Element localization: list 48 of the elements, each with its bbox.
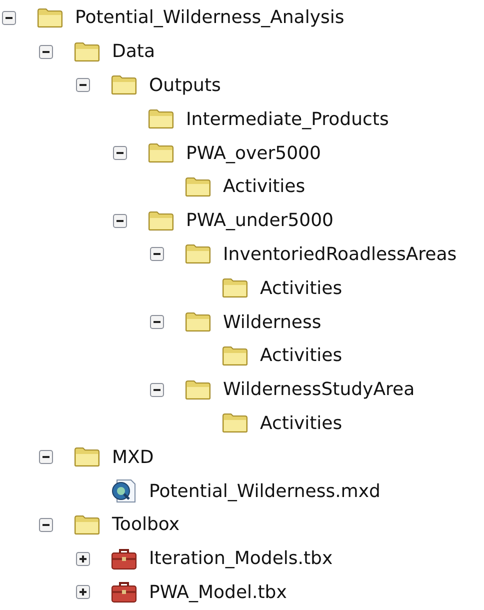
folder-icon — [74, 447, 100, 468]
collapse-icon[interactable] — [150, 247, 164, 262]
tree-item-label[interactable]: InventoriedRoadlessAreas — [223, 244, 457, 265]
tree-item-label[interactable]: Data — [112, 41, 155, 62]
expand-icon[interactable] — [76, 585, 90, 600]
tree-item-label[interactable]: Outputs — [149, 74, 221, 96]
collapse-icon[interactable] — [2, 10, 16, 25]
tree-item-label[interactable]: Intermediate_Products — [186, 108, 389, 130]
collapse-icon[interactable] — [39, 44, 53, 59]
folder-icon — [111, 75, 137, 96]
folder-icon — [185, 176, 211, 197]
tree-item-label[interactable]: Activities — [260, 278, 342, 299]
tree-item-label[interactable]: Iteration_Models.tbx — [149, 548, 333, 570]
tree-item-label[interactable]: Potential_Wilderness_Analysis — [75, 7, 344, 28]
folder-icon — [74, 42, 100, 62]
folder-icon — [185, 312, 211, 332]
tree-item-label[interactable]: PWA_under5000 — [186, 210, 334, 232]
folder-icon — [185, 380, 211, 400]
collapse-icon[interactable] — [113, 146, 127, 160]
tree-item-label[interactable]: PWA_Model.tbx — [149, 582, 287, 603]
collapse-icon[interactable] — [39, 450, 53, 464]
expand-icon[interactable] — [76, 552, 90, 566]
folder-icon — [222, 278, 248, 298]
collapse-icon[interactable] — [150, 382, 164, 397]
toolbox-icon — [111, 548, 137, 570]
collapse-icon[interactable] — [76, 78, 90, 92]
folder-icon — [37, 8, 63, 28]
tree-item-label[interactable]: Activities — [260, 412, 342, 434]
folder-icon — [74, 514, 100, 535]
tree-item-label[interactable]: Toolbox — [112, 514, 180, 536]
folder-icon — [148, 143, 174, 164]
tree-item-label[interactable]: MXD — [112, 446, 154, 468]
tree-item-label[interactable]: Potential_Wilderness.mxd — [149, 480, 380, 502]
folder-icon — [185, 244, 211, 264]
tree-item-label[interactable]: Activities — [223, 176, 306, 198]
tree-item-label[interactable]: Activities — [260, 345, 342, 366]
folder-icon — [222, 346, 248, 366]
collapse-icon[interactable] — [39, 518, 53, 532]
toolbox-icon — [111, 581, 137, 604]
tree-item-label[interactable]: WildernessStudyArea — [223, 379, 415, 400]
collapse-icon[interactable] — [113, 214, 127, 228]
tree-item-label[interactable]: Wilderness — [223, 312, 322, 333]
folder-icon — [222, 413, 248, 434]
tree-item-label[interactable]: PWA_over5000 — [186, 142, 321, 164]
folder-icon — [148, 210, 174, 231]
collapse-icon[interactable] — [150, 315, 164, 330]
map-document-icon — [111, 479, 137, 504]
folder-icon — [148, 109, 174, 130]
